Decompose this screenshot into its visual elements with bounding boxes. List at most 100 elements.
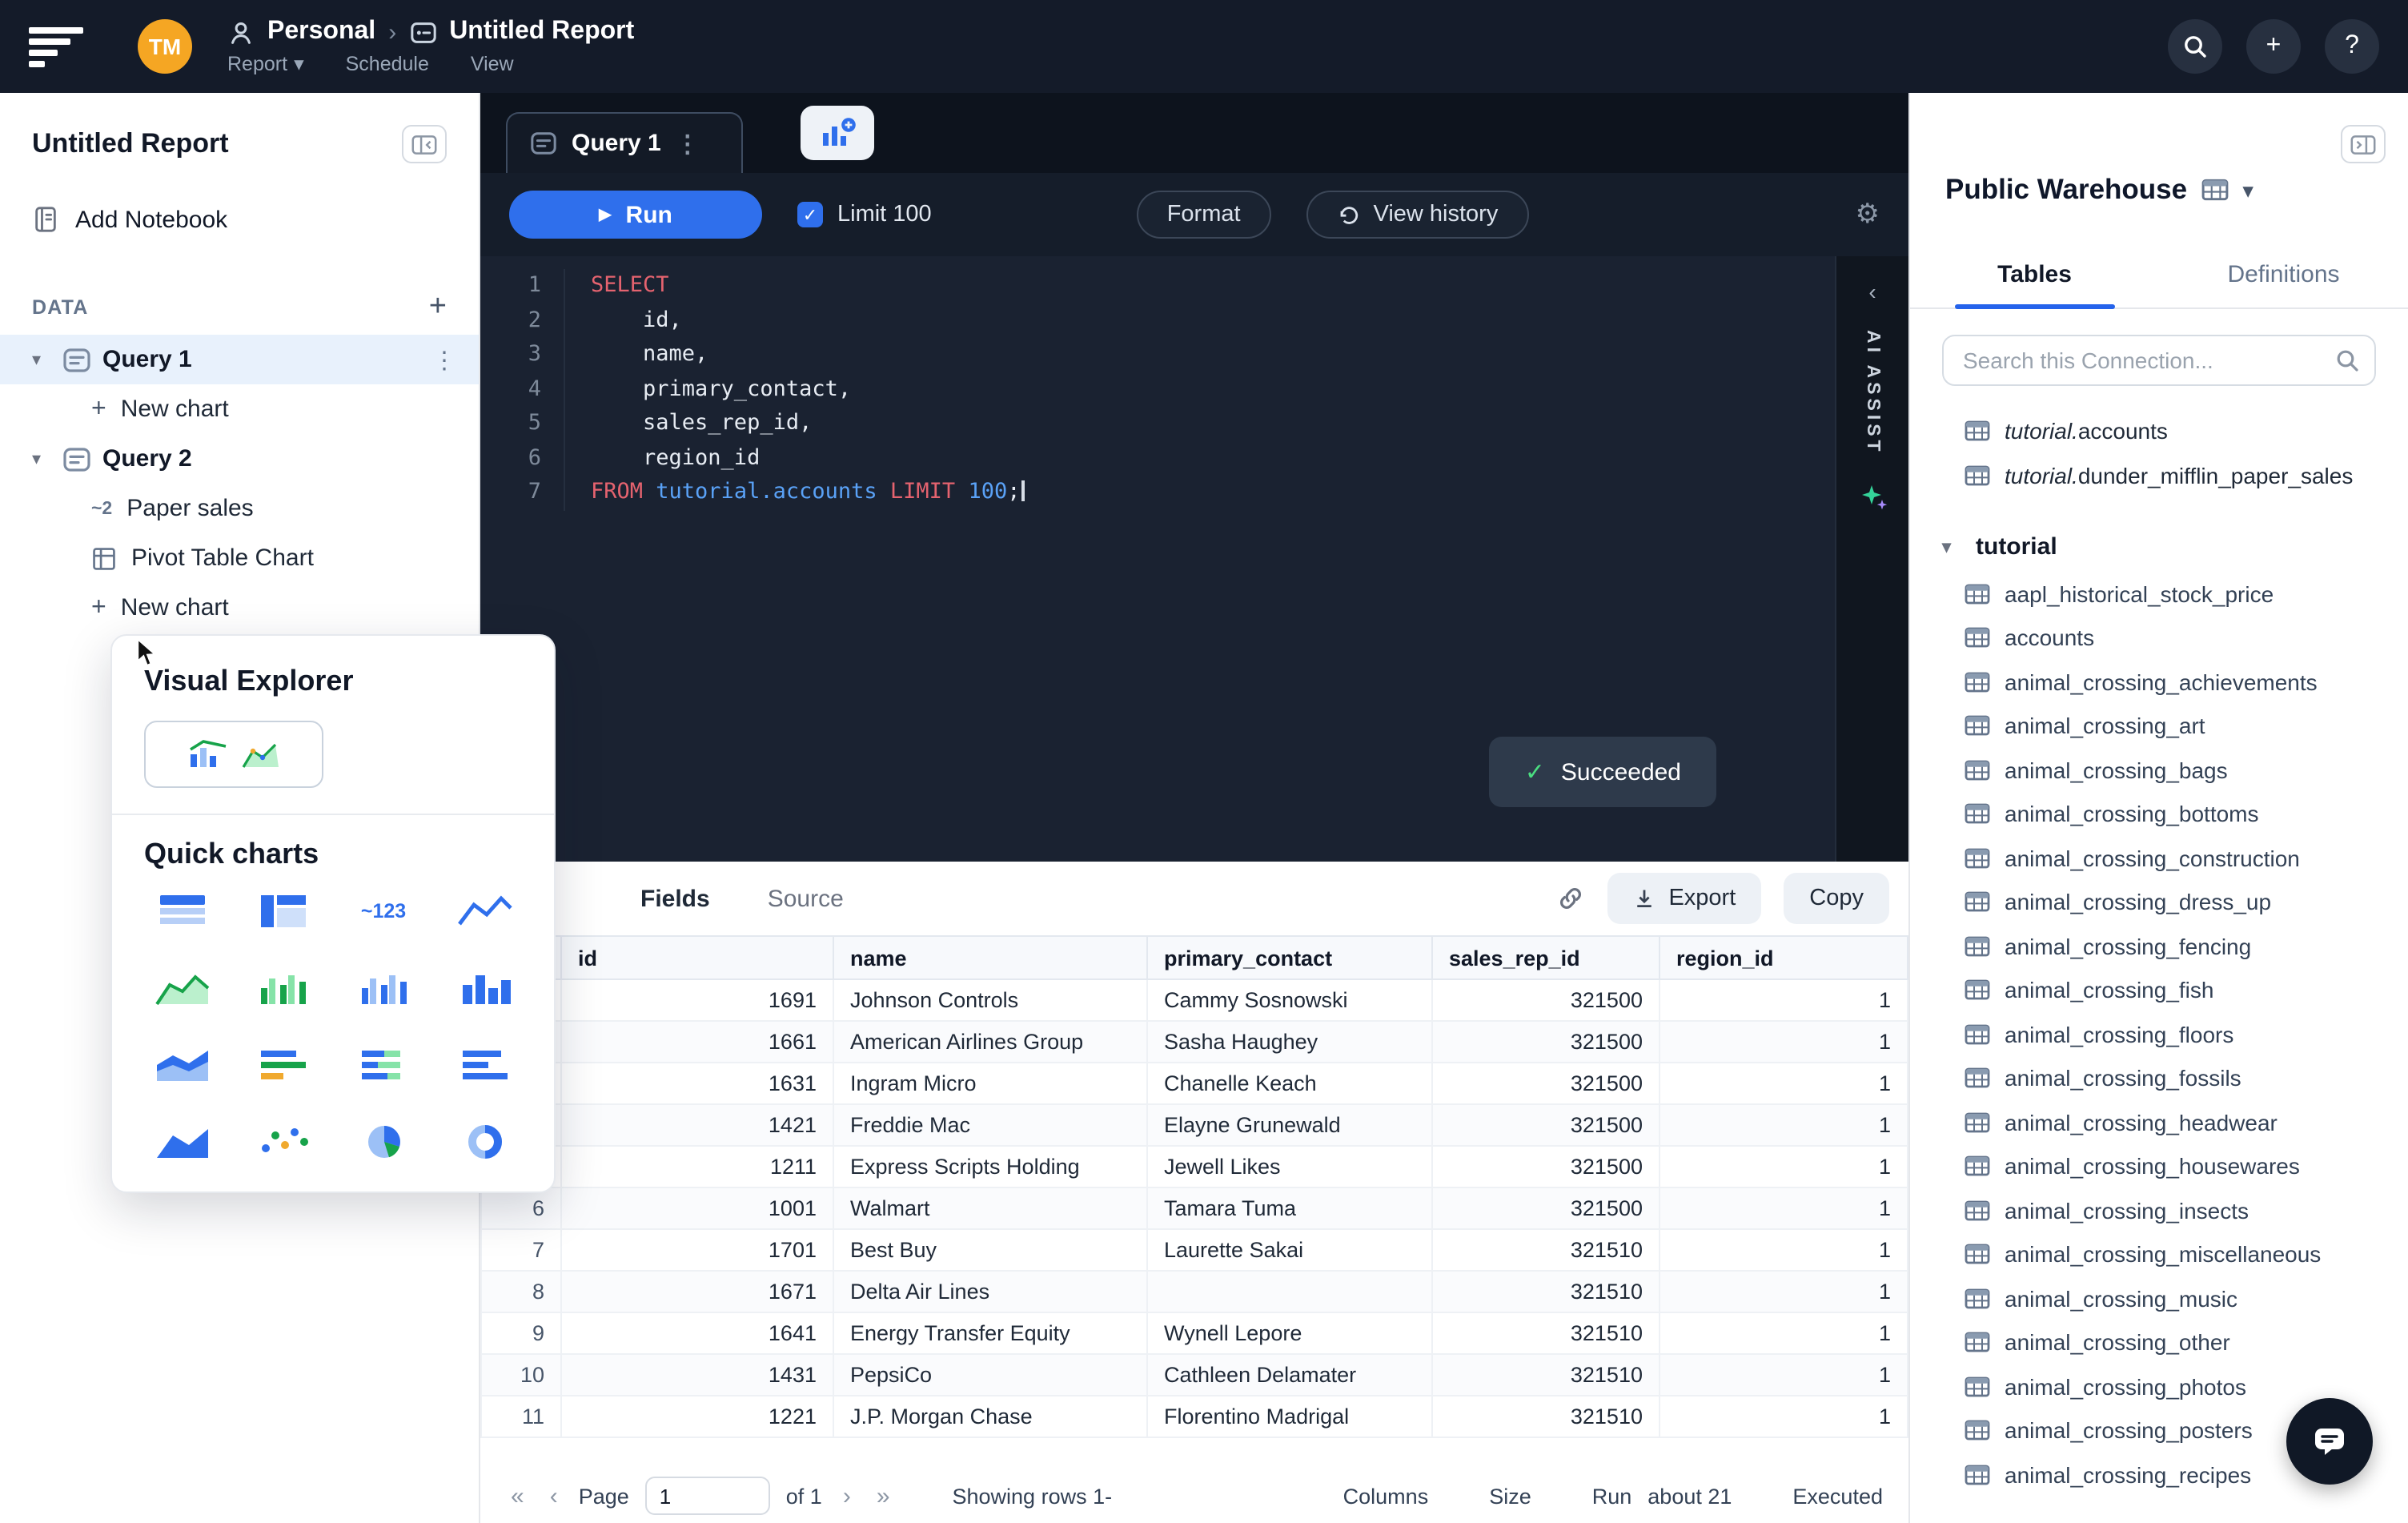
table-list-item[interactable]: animal_crossing_music <box>1910 1276 2408 1320</box>
last-page-icon[interactable]: » <box>872 1482 895 1509</box>
tab-fields[interactable]: Fields <box>640 885 710 912</box>
cell-primary-contact[interactable]: Elayne Grunewald <box>1146 1103 1433 1147</box>
cell-sales-rep-id[interactable]: 321510 <box>1431 1353 1660 1396</box>
cell-region-id[interactable]: 1 <box>1659 1145 1908 1188</box>
cell-sales-rep-id[interactable]: 321500 <box>1431 1103 1660 1147</box>
cell-primary-contact[interactable]: Chanelle Keach <box>1146 1062 1433 1105</box>
table-list-item[interactable]: accounts <box>1910 616 2408 660</box>
cell-primary-contact[interactable]: Florentino Madrigal <box>1146 1395 1433 1438</box>
quick-chart-stacked-bar[interactable] <box>333 1041 434 1089</box>
cell-id[interactable]: 1641 <box>560 1312 834 1355</box>
table-list-item[interactable]: animal_crossing_housewares <box>1910 1144 2408 1188</box>
cell-sales-rep-id[interactable]: 321500 <box>1431 1020 1660 1063</box>
add-chart-tab-button[interactable] <box>801 106 874 160</box>
cell-region-id[interactable]: 1 <box>1659 1270 1908 1313</box>
pinned-table-item[interactable]: tutorial.accounts <box>1910 408 2408 453</box>
cell-primary-contact[interactable]: Tamara Tuma <box>1146 1187 1433 1230</box>
cell-sales-rep-id[interactable]: 321510 <box>1431 1312 1660 1355</box>
cell-primary-contact[interactable]: Laurette Sakai <box>1146 1228 1433 1272</box>
pinned-table-item[interactable]: tutorial.dunder_mifflin_paper_sales <box>1910 453 2408 498</box>
expand-ai-panel-icon[interactable]: ‹ <box>1868 279 1876 304</box>
next-page-icon[interactable]: › <box>838 1482 856 1509</box>
cell-id[interactable]: 1001 <box>560 1187 834 1230</box>
add-notebook-button[interactable]: Add Notebook <box>0 189 479 250</box>
quick-chart-pivot-table[interactable] <box>232 887 333 935</box>
menu-view[interactable]: View <box>471 51 514 75</box>
quick-chart-column[interactable] <box>333 964 434 1012</box>
table-list-item[interactable]: animal_crossing_achievements <box>1910 660 2408 704</box>
quick-chart-bar[interactable] <box>232 1041 333 1089</box>
cell-name[interactable]: Delta Air Lines <box>833 1270 1148 1313</box>
cell-primary-contact[interactable]: Sasha Haughey <box>1146 1020 1433 1063</box>
quick-chart-line[interactable] <box>434 887 535 935</box>
table-list-item[interactable]: animal_crossing_fencing <box>1910 924 2408 968</box>
cell-sales-rep-id[interactable]: 321500 <box>1431 1145 1660 1188</box>
tab-query1[interactable]: Query 1 ⋮ <box>506 112 743 173</box>
table-list-item[interactable]: aapl_historical_stock_price <box>1910 572 2408 616</box>
cell-id[interactable]: 1431 <box>560 1353 834 1396</box>
connection-selector[interactable]: Public Warehouse ▾ <box>1910 173 2408 207</box>
cell-sales-rep-id[interactable]: 321510 <box>1431 1270 1660 1313</box>
run-button[interactable]: ▶ Run <box>509 191 762 239</box>
kebab-menu-icon[interactable]: ⋮ <box>676 129 700 158</box>
cell-sales-rep-id[interactable]: 321510 <box>1431 1395 1660 1438</box>
column-header[interactable]: id <box>560 935 834 980</box>
table-list-item[interactable]: animal_crossing_art <box>1910 704 2408 748</box>
format-button[interactable]: Format <box>1136 191 1271 239</box>
cell-name[interactable]: Best Buy <box>833 1228 1148 1272</box>
tab-tables[interactable]: Tables <box>1910 245 2159 309</box>
menu-schedule[interactable]: Schedule <box>346 51 429 75</box>
breadcrumb-workspace[interactable]: Personal <box>267 18 375 46</box>
add-data-button[interactable]: + <box>429 291 447 322</box>
new-chart-button-query2[interactable]: + New chart <box>0 583 479 633</box>
cell-name[interactable]: Walmart <box>833 1187 1148 1230</box>
ai-sparkle-icon[interactable] <box>1856 481 1888 513</box>
table-list-item[interactable]: animal_crossing_dress_up <box>1910 880 2408 924</box>
cell-primary-contact[interactable]: Jewell Likes <box>1146 1145 1433 1188</box>
cell-name[interactable]: Express Scripts Holding <box>833 1145 1148 1188</box>
cell-name[interactable]: American Airlines Group <box>833 1020 1148 1063</box>
view-history-button[interactable]: View history <box>1306 191 1529 239</box>
tree-item-paper-sales[interactable]: ~2 Paper sales <box>0 484 479 533</box>
quick-chart-filled-area[interactable] <box>131 1118 232 1166</box>
quick-chart-area[interactable] <box>131 964 232 1012</box>
search-button[interactable] <box>2168 19 2222 74</box>
cell-region-id[interactable]: 1 <box>1659 1228 1908 1272</box>
quick-chart-stacked-area[interactable] <box>131 1041 232 1089</box>
new-chart-button-query1[interactable]: + New chart <box>0 384 479 434</box>
chat-launcher-button[interactable] <box>2286 1398 2373 1485</box>
first-page-icon[interactable]: « <box>506 1482 529 1509</box>
column-header[interactable]: region_id <box>1659 935 1908 980</box>
breadcrumb-report-title[interactable]: Untitled Report <box>449 18 634 46</box>
tree-item-query1[interactable]: ▾ Query 1 ⋮ <box>0 335 479 384</box>
cell-name[interactable]: PepsiCo <box>833 1353 1148 1396</box>
kebab-menu-icon[interactable]: ⋮ <box>432 345 456 374</box>
collapse-left-panel-button[interactable] <box>402 125 447 163</box>
cell-region-id[interactable]: 1 <box>1659 1062 1908 1105</box>
table-list-item[interactable]: animal_crossing_floors <box>1910 1012 2408 1056</box>
tree-item-pivot-table-chart[interactable]: Pivot Table Chart <box>0 533 479 583</box>
cell-region-id[interactable]: 1 <box>1659 1020 1908 1063</box>
column-header[interactable]: name <box>833 935 1148 980</box>
add-button[interactable]: + <box>2246 19 2301 74</box>
size-label[interactable]: Size <box>1489 1484 1531 1508</box>
link-icon[interactable] <box>1556 884 1585 913</box>
cell-region-id[interactable]: 1 <box>1659 1312 1908 1355</box>
table-list-item[interactable]: animal_crossing_bags <box>1910 748 2408 792</box>
limit-checkbox[interactable]: ✓ Limit 100 <box>797 202 932 227</box>
cell-name[interactable]: Energy Transfer Equity <box>833 1312 1148 1355</box>
tab-definitions[interactable]: Definitions <box>2159 245 2408 307</box>
cell-name[interactable]: Freddie Mac <box>833 1103 1148 1147</box>
table-list-item[interactable]: animal_crossing_miscellaneous <box>1910 1232 2408 1276</box>
cell-name[interactable]: Johnson Controls <box>833 978 1148 1022</box>
cell-name[interactable]: Ingram Micro <box>833 1062 1148 1105</box>
quick-chart-horizontal-bar[interactable] <box>434 1041 535 1089</box>
cell-region-id[interactable]: 1 <box>1659 1103 1908 1147</box>
help-button[interactable]: ? <box>2325 19 2379 74</box>
cell-region-id[interactable]: 1 <box>1659 1187 1908 1230</box>
table-list-item[interactable]: animal_crossing_other <box>1910 1320 2408 1364</box>
quick-chart-donut[interactable] <box>434 1118 535 1166</box>
cell-sales-rep-id[interactable]: 321500 <box>1431 1062 1660 1105</box>
table-list-item[interactable]: animal_crossing_bottoms <box>1910 792 2408 836</box>
chevron-down-icon[interactable]: ▾ <box>32 448 51 469</box>
